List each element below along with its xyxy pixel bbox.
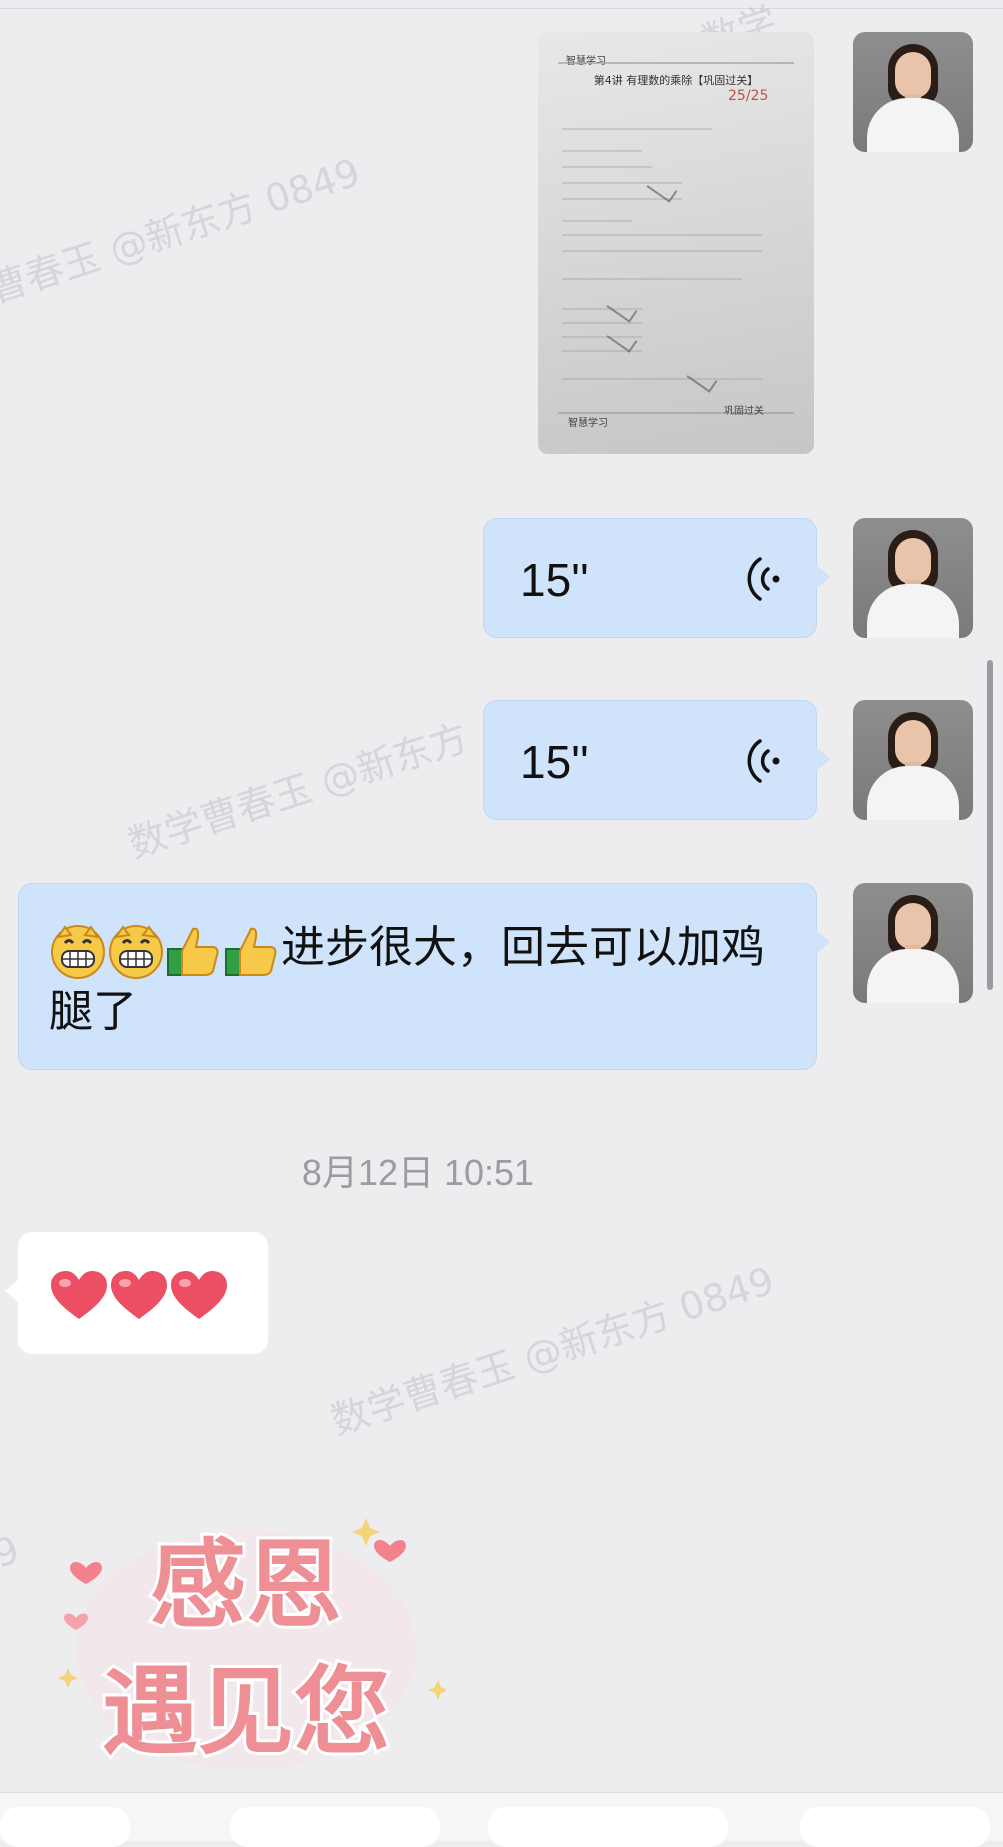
watermark: 曹春玉 @新东方 0849 [0,150,366,312]
incoming-message[interactable] [5,1232,268,1354]
voice-message[interactable]: 15'' [483,518,830,638]
photo-sheet-title: 第4讲 有理数的乘除【巩固过关】 [593,74,759,87]
heart-emoji [171,1271,227,1319]
homework-photo-message[interactable]: 智慧学习 第4讲 有理数的乘除【巩固过关】 25/25 智慧学习 巩固过关 [538,32,814,454]
text-message-body: 进步很大，回去可以加鸡腿了 [49,916,786,1044]
watermark: 9 [0,1527,25,1577]
message-timestamp: 8月12日 10:51 [301,1152,535,1193]
toolbar-button[interactable] [230,1807,440,1847]
grinning-emoji [109,925,163,979]
heart-emoji [51,1271,107,1319]
watermark: 数学曹春玉 @新东方 0849 [325,1258,780,1444]
thumbs-up-emoji [225,927,277,976]
grinning-emoji [51,925,105,979]
top-divider [0,0,1003,9]
sticker-art: 感恩 遇见您 [58,1518,448,1771]
sticker-line2: 遇见您 [102,1656,390,1768]
voice-wave-icon [747,557,780,601]
avatar[interactable] [853,32,973,152]
scrollbar[interactable] [987,660,993,990]
text-message[interactable]: 进步很大，回去可以加鸡腿了 [18,883,830,1070]
avatar[interactable] [853,700,973,820]
toolbar-button[interactable] [488,1807,728,1847]
voice-wave-icon [747,739,780,783]
photo-score: 25/25 [728,88,769,104]
gratitude-sticker[interactable]: 感恩 遇见您 [46,1500,448,1790]
voice-message[interactable]: 15'' [483,700,830,820]
bottom-input-bar [0,1792,1003,1847]
sticker-line1: 感恩 [150,1529,342,1641]
toolbar-button[interactable] [800,1807,990,1847]
heart-emoji [111,1271,167,1319]
photo-logo-text: 智慧学习 [568,418,608,429]
avatar[interactable] [853,883,973,1003]
avatar[interactable] [853,518,973,638]
voice-duration: 15'' [520,554,589,606]
photo-corner-note: 巩固过关 [724,406,764,417]
thumbs-up-emoji [167,927,219,976]
photo-logo-text: 智慧学习 [566,52,606,67]
watermark: 数学曹春玉 @新东方 [122,715,474,867]
hearts-row [49,1269,229,1323]
voice-duration: 15'' [520,736,589,788]
toolbar-button[interactable] [0,1807,130,1847]
